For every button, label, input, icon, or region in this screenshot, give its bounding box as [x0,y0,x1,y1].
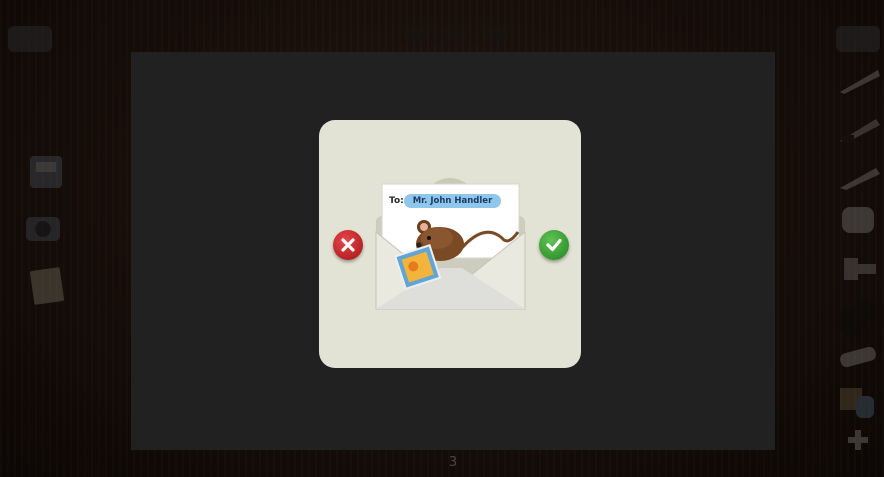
recipient-field[interactable]: Mr. John Handler [404,194,501,208]
close-icon [341,238,355,252]
cancel-button[interactable] [333,230,363,260]
confirm-button[interactable] [539,230,569,260]
check-icon [546,238,562,252]
to-label: To: [389,196,404,206]
envelope-mouse-icon [375,178,526,310]
